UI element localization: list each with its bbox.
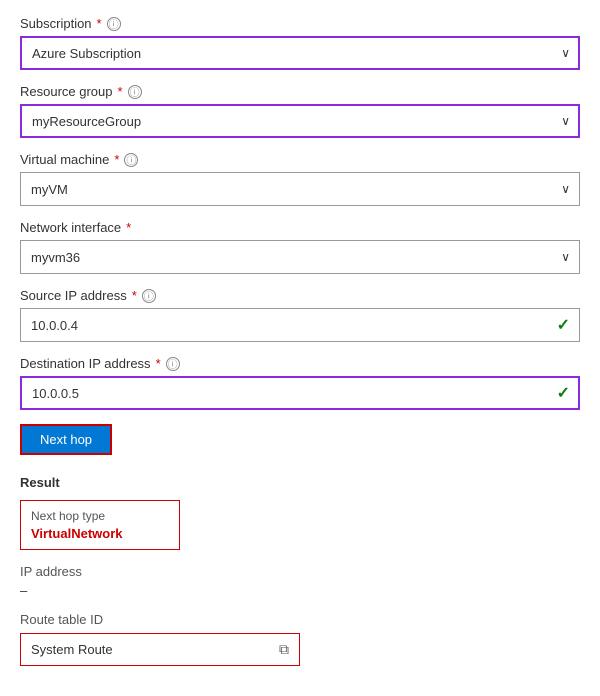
- destination-ip-input-wrapper: ✓: [20, 376, 580, 410]
- destination-ip-check-icon: ✓: [557, 383, 570, 403]
- next-hop-type-box: Next hop type VirtualNetwork: [20, 500, 180, 550]
- resource-group-select[interactable]: myResourceGroup: [20, 104, 580, 138]
- result-section-label: Result: [20, 475, 580, 490]
- destination-ip-field: Destination IP address * ⓘ ✓: [20, 356, 580, 410]
- virtual-machine-label: Virtual machine * ⓘ: [20, 152, 580, 167]
- resource-group-required: *: [118, 84, 123, 99]
- copy-icon[interactable]: ⧉: [279, 641, 289, 658]
- subscription-select-wrapper: Azure Subscription ∨: [20, 36, 580, 70]
- resource-group-label-text: Resource group: [20, 84, 113, 99]
- ip-address-section: IP address –: [20, 564, 580, 598]
- destination-ip-label: Destination IP address * ⓘ: [20, 356, 580, 371]
- resource-group-info-icon[interactable]: ⓘ: [128, 85, 142, 99]
- subscription-info-icon[interactable]: ⓘ: [107, 17, 121, 31]
- resource-group-select-wrapper: myResourceGroup ∨: [20, 104, 580, 138]
- subscription-select[interactable]: Azure Subscription: [20, 36, 580, 70]
- source-ip-input[interactable]: [20, 308, 580, 342]
- network-interface-select[interactable]: myvm36: [20, 240, 580, 274]
- route-table-box: System Route ⧉: [20, 633, 300, 666]
- destination-ip-label-text: Destination IP address: [20, 356, 151, 371]
- source-ip-label: Source IP address * ⓘ: [20, 288, 580, 303]
- source-ip-field: Source IP address * ⓘ ✓: [20, 288, 580, 342]
- network-interface-label-text: Network interface: [20, 220, 121, 235]
- destination-ip-info-icon[interactable]: ⓘ: [166, 357, 180, 371]
- source-ip-check-icon: ✓: [557, 315, 570, 335]
- network-interface-required: *: [126, 220, 131, 235]
- result-section: Result Next hop type VirtualNetwork IP a…: [20, 475, 580, 666]
- source-ip-info-icon[interactable]: ⓘ: [142, 289, 156, 303]
- ip-address-label: IP address: [20, 564, 580, 579]
- subscription-required: *: [97, 16, 102, 31]
- route-table-id-label: Route table ID: [20, 612, 580, 627]
- virtual-machine-select-wrapper: myVM ∨: [20, 172, 580, 206]
- virtual-machine-field: Virtual machine * ⓘ myVM ∨: [20, 152, 580, 206]
- destination-ip-input[interactable]: [20, 376, 580, 410]
- hop-type-label: Next hop type: [31, 509, 169, 523]
- virtual-machine-info-icon[interactable]: ⓘ: [124, 153, 138, 167]
- virtual-machine-label-text: Virtual machine: [20, 152, 109, 167]
- resource-group-label: Resource group * ⓘ: [20, 84, 580, 99]
- source-ip-input-wrapper: ✓: [20, 308, 580, 342]
- subscription-label-text: Subscription: [20, 16, 92, 31]
- hop-type-value: VirtualNetwork: [31, 526, 169, 541]
- network-interface-select-wrapper: myvm36 ∨: [20, 240, 580, 274]
- subscription-label: Subscription * ⓘ: [20, 16, 580, 31]
- route-table-value: System Route: [31, 642, 113, 657]
- source-ip-label-text: Source IP address: [20, 288, 127, 303]
- virtual-machine-select[interactable]: myVM: [20, 172, 580, 206]
- ip-address-value: –: [20, 583, 580, 598]
- destination-ip-required: *: [156, 356, 161, 371]
- network-interface-field: Network interface * myvm36 ∨: [20, 220, 580, 274]
- next-hop-button[interactable]: Next hop: [20, 424, 112, 455]
- resource-group-field: Resource group * ⓘ myResourceGroup ∨: [20, 84, 580, 138]
- network-interface-label: Network interface *: [20, 220, 580, 235]
- source-ip-required: *: [132, 288, 137, 303]
- virtual-machine-required: *: [114, 152, 119, 167]
- route-table-section: Route table ID System Route ⧉: [20, 612, 580, 666]
- subscription-field: Subscription * ⓘ Azure Subscription ∨: [20, 16, 580, 70]
